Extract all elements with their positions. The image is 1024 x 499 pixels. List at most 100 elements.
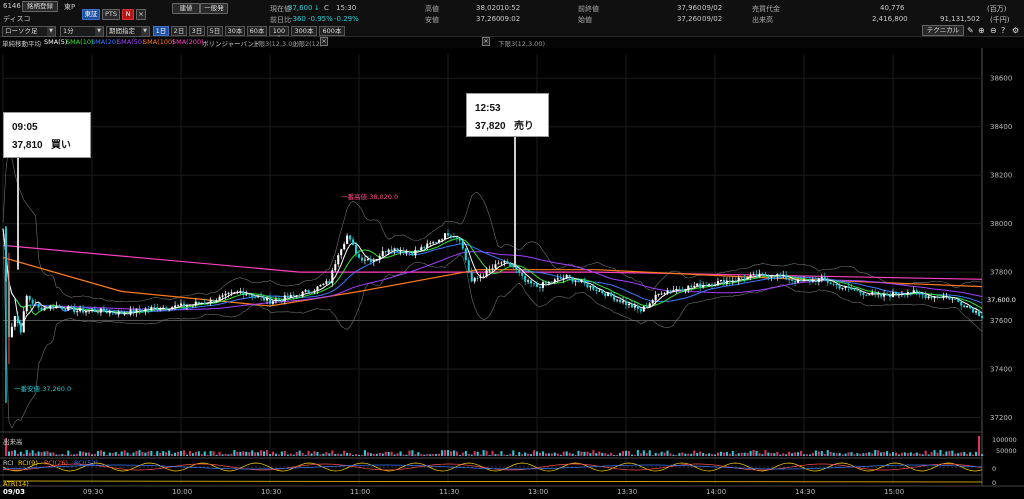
y-tick-label: 37200 <box>990 414 1012 422</box>
volume-bar <box>319 454 322 456</box>
buy-time: 09:05 <box>12 122 38 133</box>
close-icon[interactable]: × <box>320 37 328 46</box>
candle-body <box>426 243 429 249</box>
candle-body <box>963 305 966 308</box>
order-button[interactable]: 建値 <box>172 3 200 14</box>
volume-bar <box>16 453 19 456</box>
sma10-label: SMA(10) <box>66 38 94 46</box>
candle-body <box>894 292 898 295</box>
volume-bar <box>420 454 423 456</box>
volume-bar <box>571 453 574 456</box>
y-tick-label: 37600 <box>990 317 1012 325</box>
candle-body <box>939 297 942 299</box>
candle-body <box>271 301 275 304</box>
tab-range-1[interactable]: 2日 <box>171 26 187 36</box>
volume-bar <box>114 452 117 456</box>
pen-icon[interactable]: ✎ <box>967 26 974 35</box>
candle-body <box>613 296 616 301</box>
volume-bar <box>123 450 126 456</box>
candle-body <box>888 295 892 297</box>
candle-body <box>544 282 547 284</box>
brand-register-button[interactable]: 銘柄登録 <box>22 1 58 12</box>
zoom-out-icon[interactable]: ⊖ <box>990 26 997 35</box>
volume-bar <box>402 454 405 456</box>
tab-range-5[interactable]: 60本 <box>247 26 267 36</box>
volume-bar <box>446 450 450 456</box>
volume-bar <box>794 452 797 456</box>
volume-bar <box>426 453 429 456</box>
volume-bar <box>969 452 972 456</box>
volume-bar <box>313 451 316 456</box>
volume-bar <box>541 451 544 456</box>
bb-lower3-label: 下限3(12,3.00) <box>498 40 546 48</box>
volume-bar <box>565 451 568 456</box>
candle-body <box>227 293 230 294</box>
candle-body <box>847 286 850 288</box>
volume-bar <box>972 454 975 456</box>
candle-body <box>147 308 150 310</box>
mktcap-unit: (千円) <box>990 16 1010 24</box>
candle-body <box>651 300 654 304</box>
candle-body <box>162 307 165 310</box>
volume-bar <box>298 450 301 456</box>
n-button[interactable]: N <box>122 9 134 20</box>
candle-body <box>782 274 785 276</box>
candle-body <box>696 283 699 286</box>
candle-body <box>841 288 844 289</box>
candle-body <box>785 274 788 280</box>
close-icon[interactable]: × <box>482 37 490 46</box>
volume-bar <box>352 454 355 456</box>
zoom-in-icon[interactable]: ⊕ <box>978 26 985 35</box>
tse-button[interactable]: 東証 <box>82 9 100 20</box>
candle-body <box>188 304 191 306</box>
candle-body <box>349 235 352 240</box>
chart-type-select[interactable]: ローソク足 ▼ <box>2 26 56 37</box>
volume-bar <box>696 452 699 456</box>
close-icon[interactable]: × <box>136 9 146 20</box>
tab-range-8[interactable]: 600本 <box>319 26 345 36</box>
volume-bar <box>375 453 378 456</box>
tab-range-0[interactable]: 1日 <box>153 26 169 36</box>
candle-body <box>313 290 316 293</box>
volume-bar <box>693 450 696 456</box>
tab-range-7[interactable]: 300本 <box>291 26 317 36</box>
candle-body <box>927 296 930 299</box>
volume-bar <box>265 450 269 456</box>
help-icon[interactable]: ? <box>1001 26 1005 35</box>
volume-bar <box>337 453 340 456</box>
volume-bar <box>221 454 224 456</box>
technical-button[interactable]: テクニカル <box>922 25 964 36</box>
volume-panel-title: 出来高 <box>3 438 23 446</box>
volume-bar <box>660 451 663 456</box>
candle-body <box>366 259 369 260</box>
candle-body <box>494 264 497 269</box>
settle-button[interactable]: 一般発 <box>200 3 228 14</box>
c-flag: C <box>324 4 329 12</box>
candle-body <box>144 308 147 312</box>
now-value: 37,600 <box>288 4 313 12</box>
tab-range-3[interactable]: 5日 <box>207 26 223 36</box>
candle-body <box>779 274 782 276</box>
settings-icon[interactable]: ⚙ <box>1012 26 1019 35</box>
tab-range-6[interactable]: 100本 <box>269 26 289 43</box>
volume-bar <box>485 450 488 456</box>
volume-bar <box>503 454 506 456</box>
stock-code: 6146 <box>3 2 21 10</box>
tab-range-2[interactable]: 3日 <box>189 26 205 36</box>
volume-bar <box>82 451 85 456</box>
candle-body <box>972 308 975 313</box>
candle-body <box>340 249 343 256</box>
candle-body <box>399 250 402 252</box>
volume-bar <box>328 453 331 456</box>
candle-body <box>150 307 153 310</box>
tab-range-4[interactable]: 30本 <box>225 26 245 36</box>
period-select[interactable]: 期間指定 ▼ <box>106 26 150 37</box>
volume-bar <box>40 452 43 456</box>
volume-bar <box>102 451 105 456</box>
high-note: 一番高値:38,020.0 <box>341 193 399 201</box>
volume-bar <box>607 454 610 456</box>
pts-button[interactable]: PTS <box>102 9 120 20</box>
interval-select[interactable]: 1分 ▼ <box>60 26 104 37</box>
volume-bar <box>488 454 491 456</box>
volume-bar <box>604 453 607 456</box>
